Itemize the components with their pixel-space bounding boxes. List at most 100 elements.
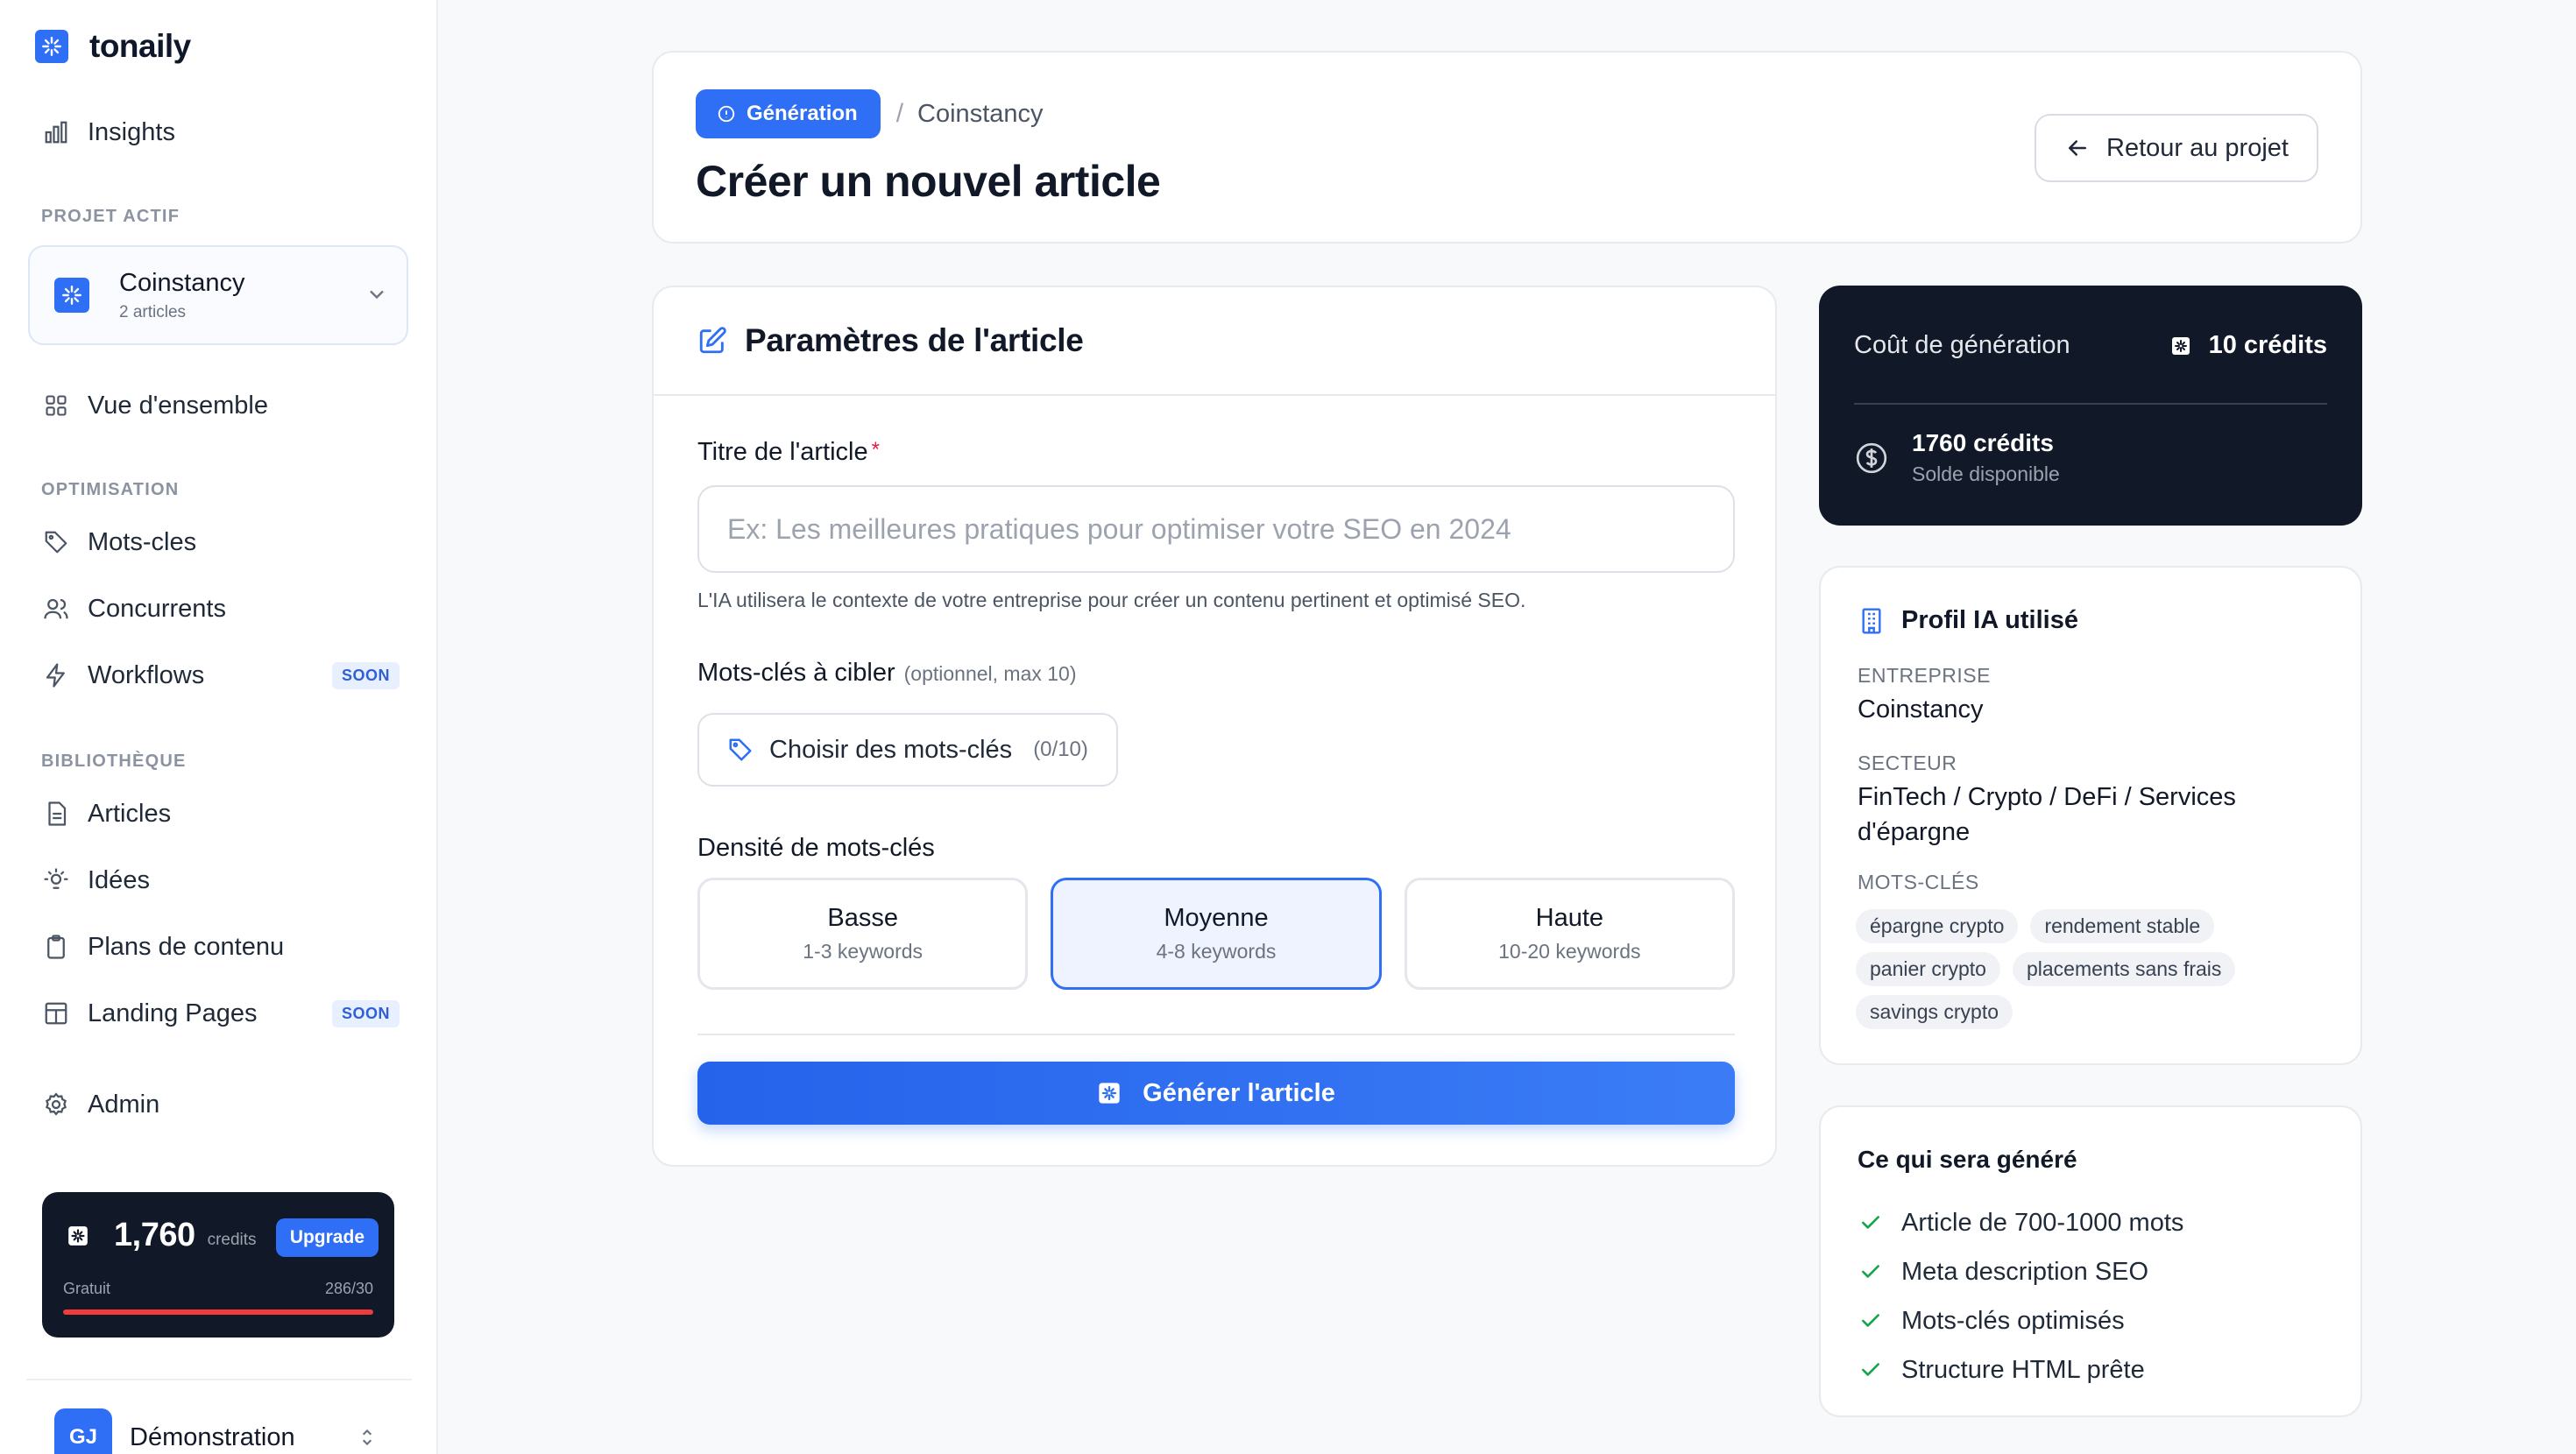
check-icon <box>1859 1211 1882 1234</box>
sidebar-item-articles[interactable]: Articles <box>40 792 400 836</box>
generation-cost-card: Coût de génération 10 crédits 1760 crédi… <box>1819 286 2362 526</box>
tag-icon <box>727 737 754 763</box>
chevron-up-down-icon <box>356 1426 379 1449</box>
page-header: Génération / Coinstancy Créer un nouvel … <box>652 51 2362 244</box>
sparkle-icon <box>1097 1081 1122 1105</box>
density-option-range: 4-8 keywords <box>1156 940 1277 963</box>
soon-badge: SOON <box>331 661 400 689</box>
density-field-label: Densité de mots-clés <box>697 834 935 862</box>
breadcrumb-separator: / <box>895 99 904 128</box>
list-item: Mots-clés optimisés <box>1859 1296 2183 1345</box>
section-label-library: BIBLIOTHÈQUE <box>41 752 187 771</box>
sidebar-item-overview[interactable]: Vue d'ensemble <box>40 384 400 427</box>
balance-amount: 1760 crédits <box>1912 429 2054 456</box>
keywords-count: (0/10) <box>1033 738 1088 761</box>
sidebar: tonaily Insights PROJET ACTIF Coinstancy… <box>0 0 438 1454</box>
generate-article-button[interactable]: Générer l'article <box>697 1062 1735 1125</box>
title-field-label: Titre de l'article * <box>697 438 880 467</box>
sidebar-item-label: Landing Pages <box>88 999 258 1027</box>
title-label-text: Titre de l'article <box>697 438 868 466</box>
sidebar-item-label: Vue d'ensemble <box>88 391 268 420</box>
sector-value: FinTech / Crypto / DeFi / Services d'épa… <box>1858 783 2236 846</box>
sidebar-item-landing-pages[interactable]: Landing Pages SOON <box>40 992 400 1035</box>
sidebar-item-competitors[interactable]: Concurrents <box>40 587 400 631</box>
building-icon <box>1858 607 1886 635</box>
page-title: Créer un nouvel article <box>696 157 1161 206</box>
arrow-left-icon <box>2064 135 2091 161</box>
info-circle-icon <box>717 104 736 124</box>
soon-badge: SOON <box>331 999 400 1027</box>
sidebar-item-insights[interactable]: Insights <box>40 110 400 154</box>
balance-label: Solde disponible <box>1912 462 2060 485</box>
sidebar-item-workflows[interactable]: Workflows SOON <box>40 653 400 697</box>
generated-output-card: Ce qui sera généré Article de 700-1000 m… <box>1819 1105 2362 1417</box>
sidebar-item-keywords[interactable]: Mots-cles <box>40 520 400 564</box>
output-item-label: Article de 700-1000 mots <box>1901 1208 2184 1237</box>
title-help-text: L'IA utilisera le contexte de votre entr… <box>697 589 1526 611</box>
breadcrumb: Génération / Coinstancy <box>696 89 1044 138</box>
brand[interactable]: tonaily <box>35 26 191 67</box>
sidebar-item-label: Concurrents <box>88 594 226 623</box>
file-icon <box>40 798 72 829</box>
keyword-tags: épargne crypto rendement stable panier c… <box>1856 909 2311 1029</box>
credits-icon <box>2170 335 2191 356</box>
sidebar-item-label: Idées <box>88 865 150 894</box>
article-settings-card: Paramètres de l'article Titre de l'artic… <box>652 286 1777 1167</box>
gear-icon <box>40 1089 72 1120</box>
sidebar-item-label: Plans de contenu <box>88 932 285 961</box>
list-item: Meta description SEO <box>1859 1247 2183 1296</box>
choose-keywords-button[interactable]: Choisir des mots-clés (0/10) <box>697 713 1118 787</box>
keywords-key: MOTS-CLÉS <box>1858 871 1979 893</box>
brand-name: tonaily <box>89 28 191 64</box>
density-option-high[interactable]: Haute 10-20 keywords <box>1404 878 1735 990</box>
back-to-project-button[interactable]: Retour au projet <box>2035 114 2318 182</box>
required-mark: * <box>871 438 880 462</box>
section-label-active-project: PROJET ACTIF <box>41 207 180 226</box>
bolt-icon <box>40 660 72 691</box>
output-list: Article de 700-1000 mots Meta descriptio… <box>1859 1198 2183 1394</box>
plan-name: Gratuit <box>63 1280 111 1297</box>
sidebar-item-ideas[interactable]: Idées <box>40 858 400 902</box>
credits-icon <box>67 1225 89 1247</box>
sidebar-item-label: Insights <box>88 117 175 146</box>
list-item: Article de 700-1000 mots <box>1859 1198 2183 1247</box>
density-option-medium[interactable]: Moyenne 4-8 keywords <box>1051 878 1382 990</box>
check-icon <box>1859 1309 1882 1332</box>
density-option-range: 1-3 keywords <box>803 940 924 963</box>
sidebar-item-admin[interactable]: Admin <box>40 1083 400 1126</box>
output-item-label: Mots-clés optimisés <box>1901 1306 2125 1335</box>
keyword-tag: épargne crypto <box>1856 909 2019 943</box>
user-menu[interactable]: GJ Démonstration <box>54 1408 379 1454</box>
usage-progress-bar <box>63 1309 373 1315</box>
keywords-field-label: Mots-clés à cibler (optionnel, max 10) <box>697 659 1077 688</box>
output-item-label: Meta description SEO <box>1901 1257 2149 1286</box>
ai-profile-card: Profil IA utilisé ENTREPRISE Coinstancy … <box>1819 566 2362 1065</box>
breadcrumb-current[interactable]: Coinstancy <box>917 100 1043 129</box>
output-item-label: Structure HTML prête <box>1901 1355 2145 1384</box>
company-key: ENTREPRISE <box>1858 664 1991 687</box>
list-item: Structure HTML prête <box>1859 1345 2183 1394</box>
users-icon <box>40 593 72 625</box>
upgrade-button[interactable]: Upgrade <box>275 1218 379 1257</box>
project-selector[interactable]: Coinstancy 2 articles <box>28 245 408 345</box>
credits-amount: 1,760 <box>114 1217 195 1253</box>
plan-usage: 286/30 <box>324 1280 373 1297</box>
check-icon <box>1859 1260 1882 1283</box>
keyword-tag: rendement stable <box>2030 909 2215 943</box>
edit-icon <box>697 326 727 356</box>
section-label-optimisation: OPTIMISATION <box>41 480 180 499</box>
project-logo-icon <box>54 278 89 313</box>
divider <box>26 1379 412 1380</box>
credits-unit: credits <box>207 1230 257 1249</box>
user-name: Démonstration <box>130 1422 295 1451</box>
density-option-low[interactable]: Basse 1-3 keywords <box>697 878 1029 990</box>
layout-icon <box>40 998 72 1029</box>
breadcrumb-generation-badge[interactable]: Génération <box>696 89 881 138</box>
density-option-name: Haute <box>1535 904 1604 932</box>
grid-icon <box>40 390 72 421</box>
cost-label: Coût de génération <box>1854 331 2070 359</box>
sector-key: SECTEUR <box>1858 752 1957 774</box>
article-title-input[interactable] <box>697 485 1735 573</box>
density-selector: Basse 1-3 keywords Moyenne 4-8 keywords … <box>697 878 1735 990</box>
sidebar-item-content-plans[interactable]: Plans de contenu <box>40 925 400 969</box>
